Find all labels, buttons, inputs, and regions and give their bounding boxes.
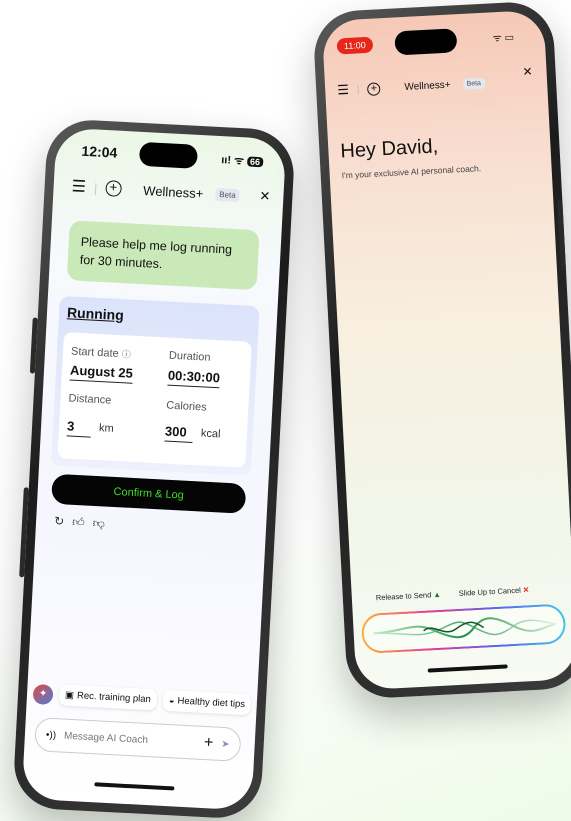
new-chat-icon[interactable]: +: [104, 179, 122, 197]
calories-label: Calories: [166, 399, 207, 414]
beta-badge: Beta: [214, 187, 241, 202]
clipboard-icon: ▣: [64, 689, 75, 702]
card-fields: Start date ⓘ August 25 Duration 00:30:00…: [57, 332, 252, 468]
battery-icon: 66: [246, 155, 264, 167]
battery-icon: ▭: [504, 32, 515, 44]
regenerate-icon[interactable]: ↻: [54, 514, 65, 530]
card-title: Running: [66, 304, 125, 324]
status-time: 11:00: [336, 36, 374, 55]
voice-hints: Release to Send ▲ Slide Up to Cancel ✕: [376, 585, 530, 602]
info-icon: ⓘ: [121, 349, 131, 360]
message-placeholder: Message AI Coach: [63, 730, 149, 746]
signal-wifi-icon: ıı! ᯤ: [220, 154, 245, 168]
app-title: Wellness+: [142, 182, 204, 201]
start-date-value[interactable]: August 25: [69, 362, 134, 384]
menu-icon[interactable]: ☰: [71, 176, 86, 197]
bowl-icon: ◒: [168, 695, 175, 707]
status-icons: ıı! ᯤ 66: [221, 152, 264, 169]
message-input[interactable]: •)) Message AI Coach + ➤: [34, 717, 242, 762]
distance-label: Distance: [68, 392, 112, 407]
wifi-icon: ᯤ: [492, 32, 503, 45]
status-icons: ᯤ ▭: [492, 29, 514, 44]
chip-create[interactable]: ▦ Cre: [256, 694, 287, 718]
calories-value[interactable]: 300: [164, 423, 194, 443]
new-chat-icon[interactable]: +: [367, 81, 381, 96]
duration-label: Duration: [168, 349, 211, 364]
power-button: [557, 199, 566, 271]
voice-icon[interactable]: •)): [46, 729, 57, 741]
menu-icon[interactable]: ☰: [337, 82, 349, 99]
cancel-hint: Slide Up to Cancel ✕: [458, 585, 530, 598]
divider: |: [93, 179, 98, 196]
top-bar: ☰ | + Wellness+ Beta: [337, 75, 486, 99]
status-time: 12:04: [81, 142, 118, 161]
distance-value[interactable]: 3: [66, 418, 92, 438]
greeting-subtitle: I'm your exclusive AI personal coach.: [341, 163, 482, 181]
coach-avatar: ✦: [32, 683, 54, 705]
duration-value[interactable]: 00:30:00: [167, 367, 221, 389]
home-indicator: [94, 782, 175, 791]
send-icon[interactable]: ➤: [221, 738, 230, 749]
phone-right: 11:00 ᯤ ▭ ☰ | + Wellness+ Beta ✕ Hey Dav…: [312, 0, 571, 700]
volume-button: [29, 317, 38, 374]
release-hint: Release to Send ▲: [375, 589, 442, 603]
thumbs-down-icon[interactable]: 👎︎: [92, 516, 105, 532]
dynamic-island: [394, 28, 458, 56]
chip-training-plan[interactable]: ▣ Rec. training plan: [58, 684, 158, 711]
thumbs-up-icon[interactable]: 👍︎: [72, 515, 85, 531]
waveform-icon: [373, 617, 556, 639]
phone-left: 12:04 ıı! ᯤ 66 ☰ | + Wellness+ Beta ✕ Pl…: [12, 117, 296, 821]
close-icon[interactable]: ✕: [259, 188, 271, 205]
greeting: Hey David,: [339, 135, 439, 163]
home-indicator: [427, 664, 508, 673]
divider: |: [356, 83, 360, 96]
top-bar: ☰ | + Wellness+ Beta: [71, 176, 241, 205]
confirm-log-button[interactable]: Confirm & Log: [51, 473, 247, 514]
feedback-bar: ↻ 👍︎ 👎︎: [54, 514, 105, 532]
start-date-label: Start date ⓘ: [70, 345, 131, 360]
distance-unit: km: [98, 422, 115, 435]
app-title: Wellness+: [404, 79, 451, 93]
cancel-x-icon: ✕: [522, 585, 530, 595]
plus-icon[interactable]: +: [204, 734, 214, 752]
user-message: Please help me log running for 30 minute…: [66, 220, 260, 291]
running-card: Running Start date ⓘ August 25 Duration …: [51, 295, 260, 477]
calendar-icon: ▦: [262, 700, 273, 712]
arrow-up-icon: ▲: [433, 589, 442, 600]
beta-badge: Beta: [462, 77, 486, 90]
screen-voice: 11:00 ᯤ ▭ ☰ | + Wellness+ Beta ✕ Hey Dav…: [321, 9, 571, 691]
suggestion-chips: ✦ ▣ Rec. training plan ◒ Healthy diet ti…: [32, 683, 287, 718]
side-button: [19, 487, 29, 578]
dynamic-island: [138, 141, 199, 169]
voice-recording-bar[interactable]: [360, 603, 567, 654]
calories-unit: kcal: [200, 427, 221, 441]
chip-diet-tips[interactable]: ◒ Healthy diet tips: [162, 689, 252, 716]
screen-chat: 12:04 ıı! ᯤ 66 ☰ | + Wellness+ Beta ✕ Pl…: [21, 127, 287, 811]
close-icon[interactable]: ✕: [522, 64, 533, 79]
